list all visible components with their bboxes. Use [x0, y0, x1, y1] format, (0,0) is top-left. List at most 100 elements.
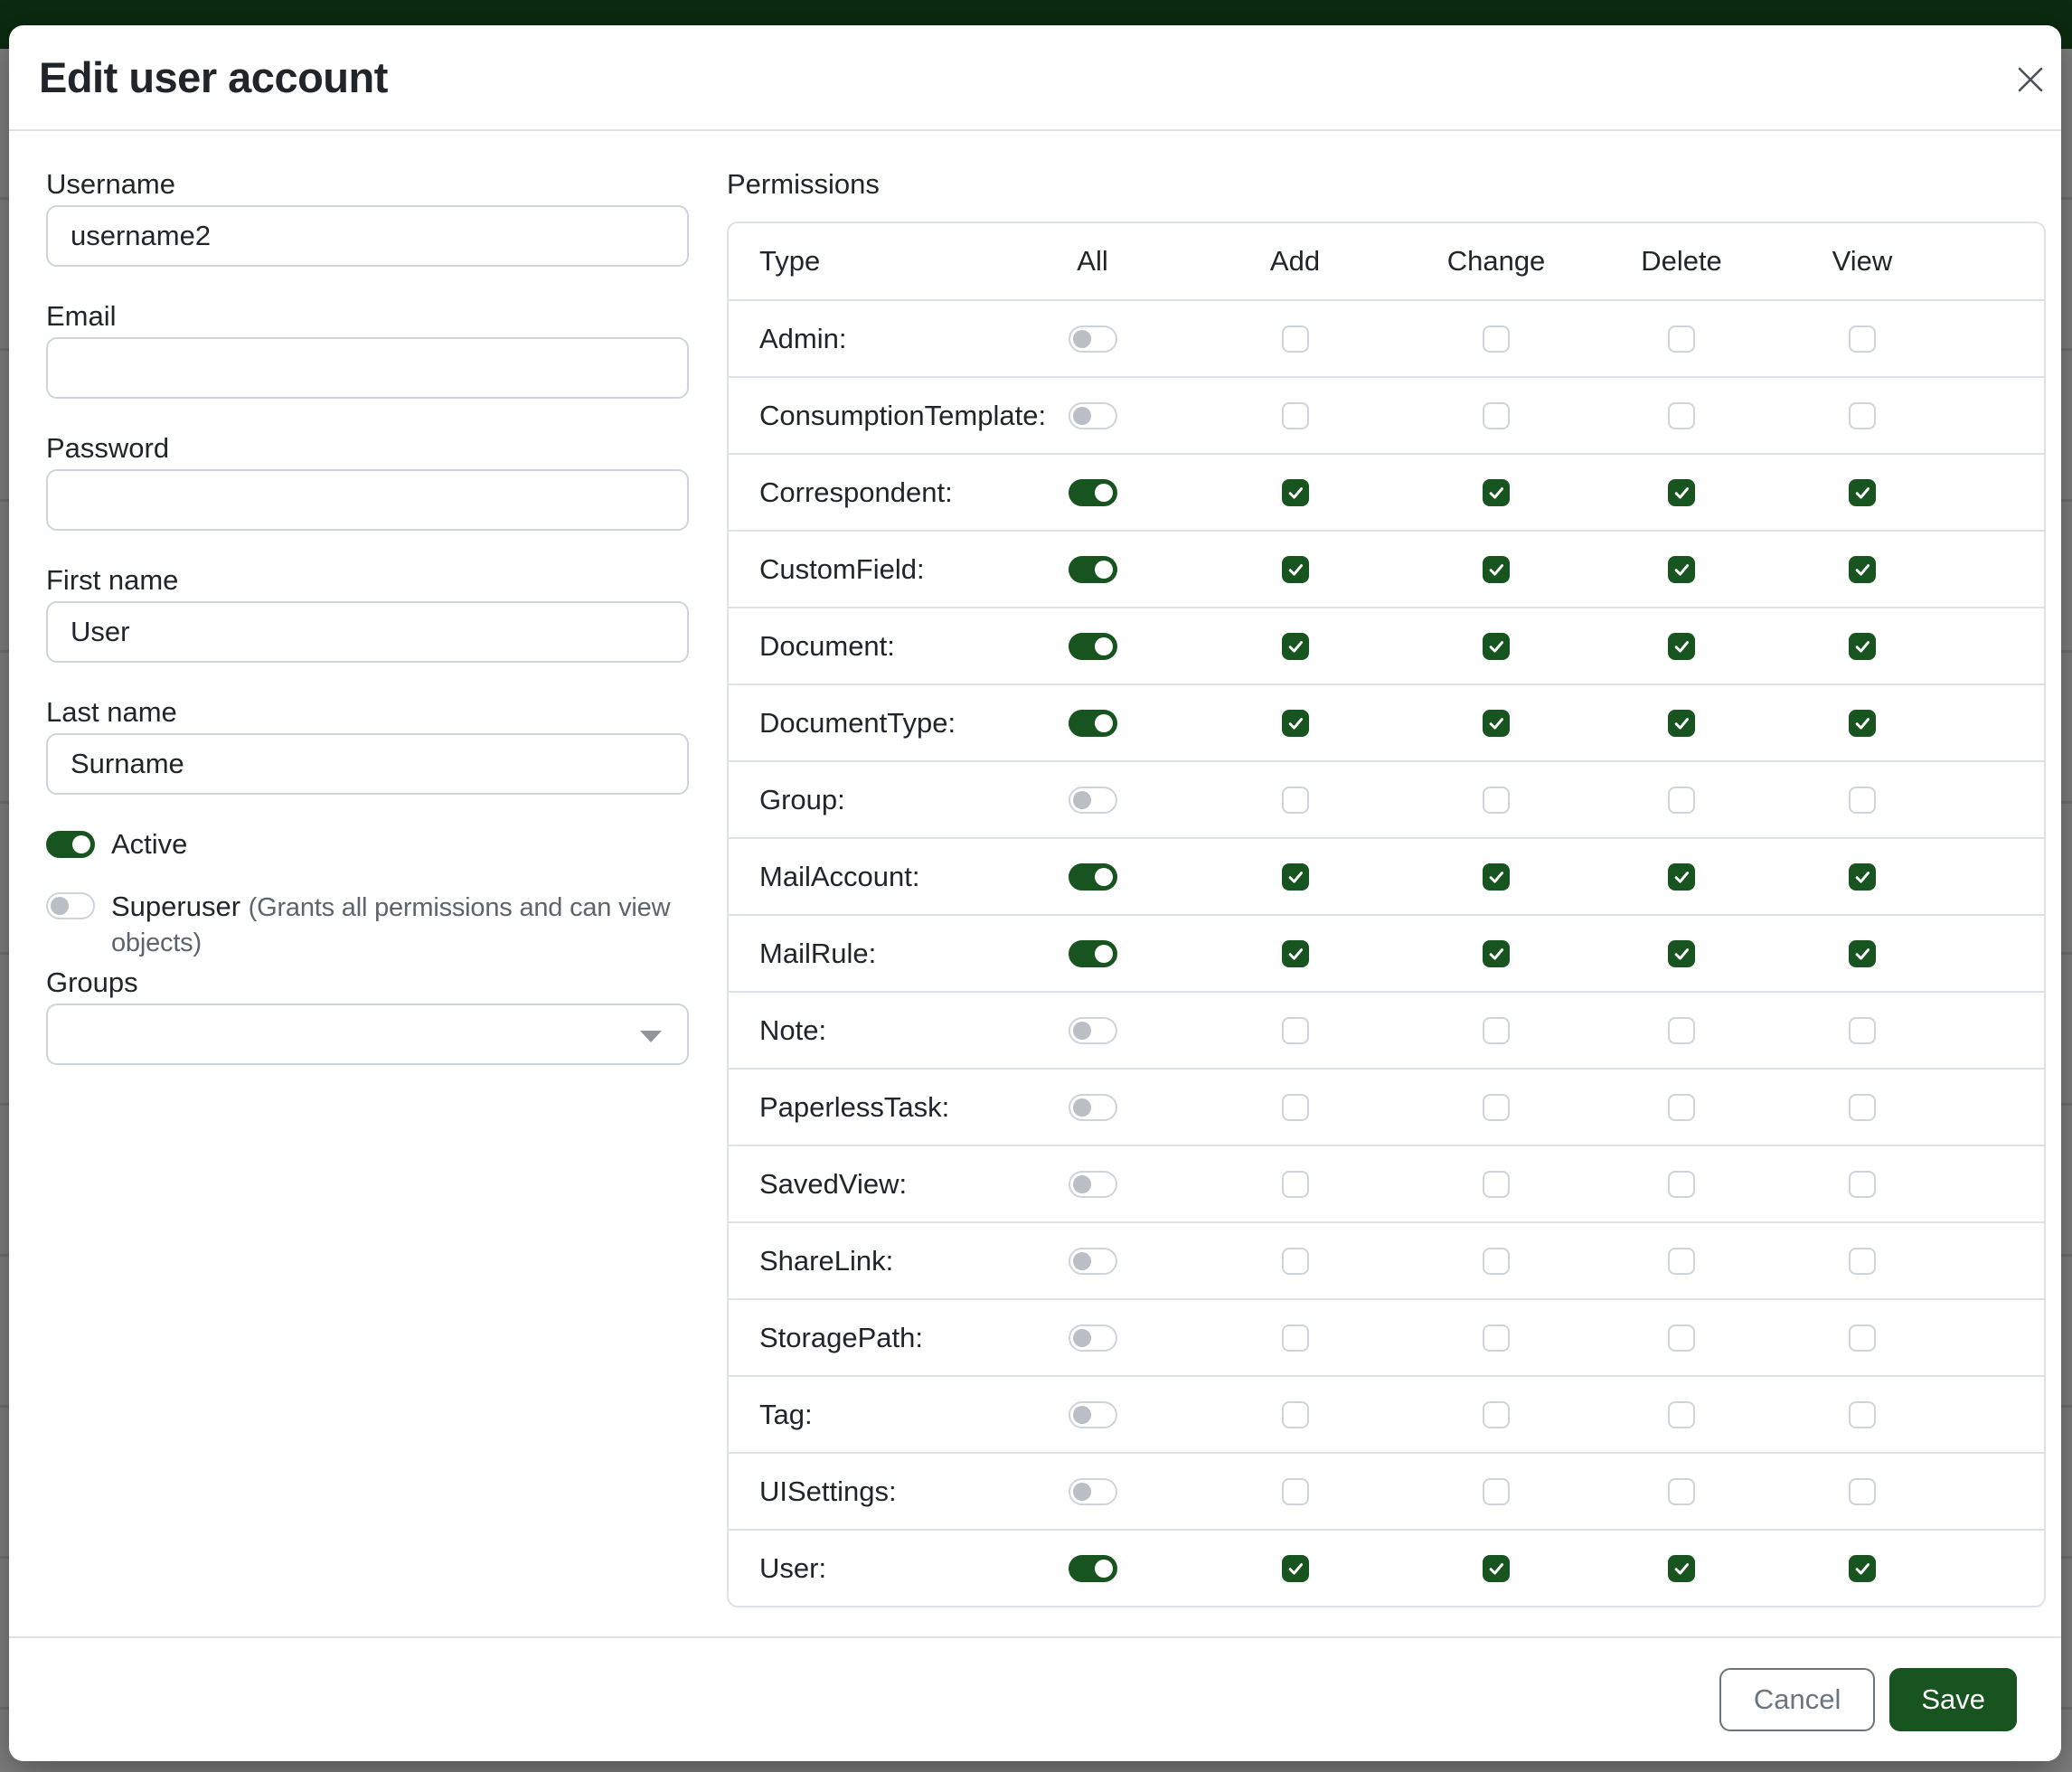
permission-view-checkbox[interactable]: [1849, 556, 1876, 583]
permission-type-label: MailRule:: [729, 938, 992, 970]
permission-change-checkbox[interactable]: [1483, 556, 1510, 583]
permission-change-checkbox[interactable]: [1483, 1171, 1510, 1198]
permission-change-checkbox[interactable]: [1483, 1555, 1510, 1582]
permission-add-checkbox[interactable]: [1282, 556, 1309, 583]
permission-delete-checkbox[interactable]: [1668, 710, 1695, 737]
permission-change-checkbox[interactable]: [1483, 633, 1510, 660]
permission-add-checkbox[interactable]: [1282, 479, 1309, 506]
permission-change-checkbox[interactable]: [1483, 940, 1510, 967]
permission-change-checkbox[interactable]: [1483, 1324, 1510, 1352]
permission-all-toggle[interactable]: [1069, 710, 1117, 737]
permission-add-checkbox[interactable]: [1282, 633, 1309, 660]
permission-delete-checkbox[interactable]: [1668, 1017, 1695, 1044]
permission-add-checkbox[interactable]: [1282, 1248, 1309, 1275]
permission-delete-checkbox[interactable]: [1668, 1248, 1695, 1275]
groups-select[interactable]: [46, 1004, 689, 1065]
permission-add-checkbox[interactable]: [1282, 1017, 1309, 1044]
permission-all-toggle[interactable]: [1069, 1017, 1117, 1044]
permission-all-toggle[interactable]: [1069, 479, 1117, 506]
permission-delete-checkbox[interactable]: [1668, 940, 1695, 967]
permission-all-toggle[interactable]: [1069, 1478, 1117, 1505]
permission-add-checkbox[interactable]: [1282, 1171, 1309, 1198]
permission-view-checkbox[interactable]: [1849, 710, 1876, 737]
permission-delete-checkbox[interactable]: [1668, 1171, 1695, 1198]
permission-type-label: Group:: [729, 784, 992, 816]
permission-change-checkbox[interactable]: [1483, 402, 1510, 429]
permission-all-toggle[interactable]: [1069, 556, 1117, 583]
permission-all-toggle[interactable]: [1069, 787, 1117, 814]
permission-view-checkbox[interactable]: [1849, 402, 1876, 429]
permission-all-toggle[interactable]: [1069, 325, 1117, 353]
permission-delete-checkbox[interactable]: [1668, 1324, 1695, 1352]
permission-add-checkbox[interactable]: [1282, 325, 1309, 353]
permission-view-checkbox[interactable]: [1849, 940, 1876, 967]
permission-delete-checkbox[interactable]: [1668, 556, 1695, 583]
permission-add-checkbox[interactable]: [1282, 940, 1309, 967]
permission-delete-checkbox[interactable]: [1668, 1401, 1695, 1428]
permission-all-toggle[interactable]: [1069, 940, 1117, 967]
permission-change-checkbox[interactable]: [1483, 479, 1510, 506]
permission-all-toggle[interactable]: [1069, 1171, 1117, 1198]
password-input[interactable]: [46, 469, 689, 531]
permission-all-toggle[interactable]: [1069, 402, 1117, 429]
permission-view-checkbox[interactable]: [1849, 1248, 1876, 1275]
permission-view-checkbox[interactable]: [1849, 787, 1876, 814]
permission-delete-checkbox[interactable]: [1668, 479, 1695, 506]
permission-change-checkbox[interactable]: [1483, 1401, 1510, 1428]
permission-delete-checkbox[interactable]: [1668, 1094, 1695, 1121]
first-name-input[interactable]: [46, 601, 689, 663]
permission-change-checkbox[interactable]: [1483, 710, 1510, 737]
superuser-toggle[interactable]: [46, 892, 95, 919]
permission-view-checkbox[interactable]: [1849, 1171, 1876, 1198]
permission-add-checkbox[interactable]: [1282, 1324, 1309, 1352]
username-input[interactable]: [46, 205, 689, 267]
permission-change-checkbox[interactable]: [1483, 1478, 1510, 1505]
email-input[interactable]: [46, 337, 689, 399]
cancel-button[interactable]: Cancel: [1719, 1668, 1876, 1731]
permission-view-checkbox[interactable]: [1849, 479, 1876, 506]
permission-all-toggle[interactable]: [1069, 1094, 1117, 1121]
permission-all-toggle[interactable]: [1069, 633, 1117, 660]
permission-all-toggle[interactable]: [1069, 1248, 1117, 1275]
permission-all-toggle[interactable]: [1069, 1324, 1117, 1352]
permission-view-checkbox[interactable]: [1849, 633, 1876, 660]
permission-view-checkbox[interactable]: [1849, 1017, 1876, 1044]
permission-add-checkbox[interactable]: [1282, 1094, 1309, 1121]
permission-all-toggle[interactable]: [1069, 863, 1117, 891]
permission-delete-checkbox[interactable]: [1668, 1478, 1695, 1505]
permission-delete-checkbox[interactable]: [1668, 325, 1695, 353]
permission-change-checkbox[interactable]: [1483, 1017, 1510, 1044]
permission-add-checkbox[interactable]: [1282, 1478, 1309, 1505]
permission-change-checkbox[interactable]: [1483, 863, 1510, 891]
save-button[interactable]: Save: [1889, 1668, 2017, 1731]
permission-view-checkbox[interactable]: [1849, 1094, 1876, 1121]
permission-add-checkbox[interactable]: [1282, 402, 1309, 429]
permission-view-checkbox[interactable]: [1849, 1555, 1876, 1582]
permission-delete-checkbox[interactable]: [1668, 402, 1695, 429]
permission-add-checkbox[interactable]: [1282, 710, 1309, 737]
last-name-input[interactable]: [46, 733, 689, 795]
permission-view-checkbox[interactable]: [1849, 863, 1876, 891]
permission-change-checkbox[interactable]: [1483, 787, 1510, 814]
permission-view-checkbox[interactable]: [1849, 1401, 1876, 1428]
permission-delete-checkbox[interactable]: [1668, 863, 1695, 891]
permission-change-checkbox[interactable]: [1483, 325, 1510, 353]
permission-add-checkbox[interactable]: [1282, 1401, 1309, 1428]
close-icon[interactable]: [2012, 61, 2048, 98]
permission-add-checkbox[interactable]: [1282, 863, 1309, 891]
permission-add-checkbox[interactable]: [1282, 1555, 1309, 1582]
chevron-down-icon: [640, 1031, 662, 1042]
permission-view-checkbox[interactable]: [1849, 325, 1876, 353]
permission-delete-checkbox[interactable]: [1668, 633, 1695, 660]
permission-view-checkbox[interactable]: [1849, 1324, 1876, 1352]
permission-add-checkbox[interactable]: [1282, 787, 1309, 814]
permission-delete-checkbox[interactable]: [1668, 787, 1695, 814]
permission-row: Correspondent:: [729, 453, 2044, 530]
permission-view-checkbox[interactable]: [1849, 1478, 1876, 1505]
active-toggle[interactable]: [46, 831, 95, 858]
permission-change-checkbox[interactable]: [1483, 1248, 1510, 1275]
permission-all-toggle[interactable]: [1069, 1555, 1117, 1582]
permission-delete-checkbox[interactable]: [1668, 1555, 1695, 1582]
permission-all-toggle[interactable]: [1069, 1401, 1117, 1428]
permission-change-checkbox[interactable]: [1483, 1094, 1510, 1121]
